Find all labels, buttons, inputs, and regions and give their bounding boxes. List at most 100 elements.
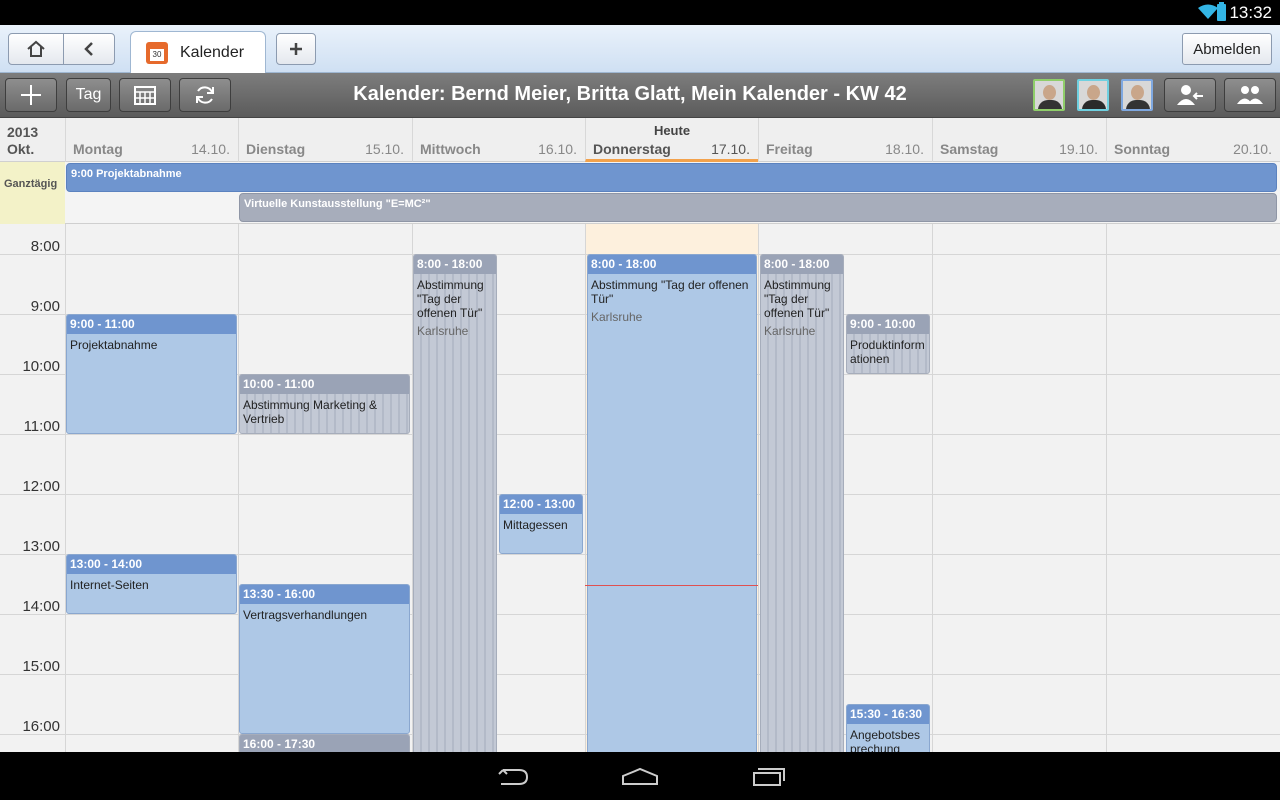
allday-event[interactable]: Virtuelle Kunstausstellung "E=MC²" bbox=[239, 193, 1277, 222]
day-date: 16.10. bbox=[538, 141, 577, 157]
refresh-icon bbox=[196, 86, 214, 104]
day-date: 14.10. bbox=[191, 141, 230, 157]
add-tab-button[interactable] bbox=[276, 33, 316, 65]
day-header-wednesday[interactable]: Mittwoch 16.10. bbox=[412, 118, 585, 162]
group-icon bbox=[1237, 86, 1263, 104]
event-title: Abstimmung "Tag der offenen Tür" bbox=[417, 278, 484, 320]
time-grid: 8:00 9:00 10:00 11:00 12:00 13:00 14:00 … bbox=[0, 224, 1280, 752]
event-abstimmung-marketing[interactable]: 10:00 - 11:00 Abstimmung Marketing & Ver… bbox=[239, 374, 410, 434]
allday-label: Ganztägig bbox=[0, 162, 65, 224]
event-title: Mittagessen bbox=[503, 518, 568, 532]
avatar-body bbox=[1038, 100, 1062, 109]
day-header-thursday[interactable]: Heute Donnerstag 17.10. bbox=[585, 118, 758, 162]
back-button[interactable] bbox=[63, 33, 115, 65]
clock: 13:32 bbox=[1229, 3, 1272, 22]
event-title: Angebotsbesprechung bbox=[850, 728, 921, 752]
day-name: Montag bbox=[73, 141, 123, 157]
hour-label: 13:00 bbox=[22, 538, 60, 555]
avatar-head bbox=[1043, 85, 1056, 100]
day-date: 17.10. bbox=[711, 141, 750, 157]
event-tag-der-offenen-tuer[interactable]: 8:00 - 18:00 Abstimmung "Tag der offenen… bbox=[760, 254, 844, 752]
calendar-grid-icon bbox=[134, 86, 156, 105]
event-16-1730[interactable]: 16:00 - 17:30 bbox=[239, 734, 410, 752]
hour-label: 16:00 bbox=[22, 718, 60, 735]
group-button[interactable] bbox=[1224, 78, 1276, 112]
add-person-button[interactable] bbox=[1164, 78, 1216, 112]
event-title: Vertragsverhandlungen bbox=[243, 608, 368, 622]
event-title: Abstimmung Marketing & Vertrieb bbox=[243, 398, 378, 426]
hour-label: 14:00 bbox=[22, 598, 60, 615]
nav-recents-button[interactable] bbox=[749, 762, 789, 790]
day-view-button[interactable]: Tag bbox=[66, 78, 111, 112]
battery-icon bbox=[1217, 2, 1226, 21]
event-title: Projektabnahme bbox=[70, 338, 158, 352]
calendar-icon bbox=[146, 41, 168, 64]
event-time: 9:00 - 11:00 bbox=[67, 315, 236, 334]
day-header-friday[interactable]: Freitag 18.10. bbox=[758, 118, 932, 162]
hour-label: 9:00 bbox=[30, 298, 60, 315]
event-produktinformationen[interactable]: 9:00 - 10:00 Produktinformationen bbox=[846, 314, 930, 374]
refresh-button[interactable] bbox=[179, 78, 231, 112]
event-time: 8:00 - 18:00 bbox=[414, 255, 496, 274]
event-mittagessen[interactable]: 12:00 - 13:00 Mittagessen bbox=[499, 494, 583, 554]
plus-icon bbox=[290, 43, 302, 55]
calendar-header: 2013 Okt. Montag 14.10. Dienstag 15.10. … bbox=[0, 118, 1280, 162]
home-button[interactable] bbox=[8, 33, 64, 65]
hour-label: 10:00 bbox=[22, 358, 60, 375]
day-divider bbox=[932, 224, 933, 752]
logout-button[interactable]: Abmelden bbox=[1182, 33, 1272, 65]
event-time: 13:00 - 14:00 bbox=[67, 555, 236, 574]
day-date: 18.10. bbox=[885, 141, 924, 157]
event-time: 13:30 - 16:00 bbox=[240, 585, 409, 604]
day-divider bbox=[1106, 224, 1107, 752]
nav-home-button[interactable] bbox=[620, 762, 660, 790]
event-title: Produktinformationen bbox=[850, 338, 925, 366]
new-event-button[interactable] bbox=[5, 78, 57, 112]
hour-label: 12:00 bbox=[22, 478, 60, 495]
event-internet-seiten[interactable]: 13:00 - 14:00 Internet-Seiten bbox=[66, 554, 237, 614]
event-title: Abstimmung "Tag der offenen Tür" bbox=[764, 278, 831, 320]
event-tag-der-offenen-tuer[interactable]: 8:00 - 18:00 Abstimmung "Tag der offenen… bbox=[413, 254, 497, 752]
day-header-sunday[interactable]: Sonntag 20.10. bbox=[1106, 118, 1280, 162]
current-time-line bbox=[585, 585, 758, 586]
day-name: Dienstag bbox=[246, 141, 306, 157]
day-divider bbox=[585, 224, 586, 752]
chevron-left-icon bbox=[84, 42, 93, 56]
allday-event[interactable]: 9:00 Projektabnahme bbox=[66, 163, 1277, 192]
avatar-bernd-meier[interactable] bbox=[1033, 79, 1065, 111]
nav-back-button[interactable] bbox=[492, 762, 532, 790]
today-label: Heute bbox=[653, 123, 691, 138]
event-time: 15:30 - 16:30 bbox=[847, 705, 929, 724]
event-location: Karlsruhe bbox=[417, 324, 469, 338]
avatar-mein-kalender[interactable] bbox=[1121, 79, 1153, 111]
month-label: Okt. bbox=[7, 141, 35, 157]
home-icon bbox=[27, 40, 45, 57]
plus-icon bbox=[21, 85, 41, 105]
page-title: Kalender: Bernd Meier, Britta Glatt, Mei… bbox=[353, 83, 907, 105]
day-date: 15.10. bbox=[365, 141, 404, 157]
avatar-body bbox=[1082, 100, 1106, 109]
day-header-monday[interactable]: Montag 14.10. bbox=[65, 118, 238, 162]
system-navigation-bar bbox=[0, 752, 1280, 800]
event-tag-der-offenen-tuer[interactable]: 8:00 - 18:00 Abstimmung "Tag der offenen… bbox=[587, 254, 757, 752]
week-view-button[interactable] bbox=[119, 78, 171, 112]
event-time: 12:00 - 13:00 bbox=[500, 495, 582, 514]
event-location: Karlsruhe bbox=[591, 310, 643, 324]
add-person-icon bbox=[1177, 85, 1203, 105]
event-angebotsbesprechung[interactable]: 15:30 - 16:30 Angebotsbesprechung bbox=[846, 704, 930, 752]
day-divider bbox=[65, 224, 66, 752]
event-vertragsverhandlungen[interactable]: 13:30 - 16:00 Vertragsverhandlungen bbox=[239, 584, 410, 734]
year-label: 2013 bbox=[7, 124, 39, 140]
day-header-tuesday[interactable]: Dienstag 15.10. bbox=[238, 118, 412, 162]
event-location: Karlsruhe bbox=[764, 324, 816, 338]
day-header-saturday[interactable]: Samstag 19.10. bbox=[932, 118, 1106, 162]
day-name: Donnerstag bbox=[593, 141, 671, 157]
hour-label: 8:00 bbox=[30, 238, 60, 255]
avatar-body bbox=[1126, 100, 1150, 109]
year-month-label: 2013 Okt. bbox=[7, 124, 38, 158]
avatar-britta-glatt[interactable] bbox=[1077, 79, 1109, 111]
event-projektabnahme[interactable]: 9:00 - 11:00 Projektabnahme bbox=[66, 314, 237, 434]
event-title: Abstimmung "Tag der offenen Tür" bbox=[591, 278, 749, 306]
allday-row: Ganztägig 9:00 Projektabnahme Virtuelle … bbox=[0, 162, 1280, 224]
tab-kalender[interactable]: Kalender bbox=[130, 31, 266, 73]
